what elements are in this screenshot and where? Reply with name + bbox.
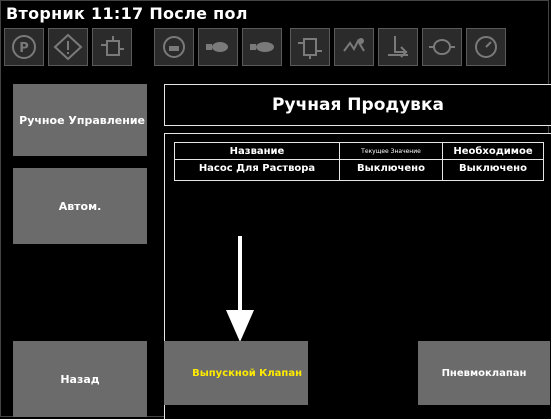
filter-icon[interactable]: [290, 28, 330, 66]
heater-icon[interactable]: [334, 28, 374, 66]
drain-valve-label: Выпускной Клапан: [192, 367, 302, 379]
dosing-icon[interactable]: [422, 28, 462, 66]
back-label: Назад: [60, 372, 100, 386]
park-icon[interactable]: P: [4, 28, 44, 66]
back-button[interactable]: Назад: [13, 341, 147, 417]
cooling-tower-icon[interactable]: [92, 28, 132, 66]
status-label: После пол: [149, 4, 248, 23]
time-label: 11:17: [91, 4, 144, 23]
day-label: Вторник: [6, 4, 86, 23]
manual-control-label: Ручное Управление: [19, 113, 145, 127]
auto-label: Автом.: [58, 199, 102, 213]
pump-icon[interactable]: [198, 28, 238, 66]
table-row: Насос Для Раствора Выключено Выключено: [174, 159, 544, 181]
row-required-value[interactable]: Выключено: [442, 159, 544, 181]
header-name: Название: [174, 142, 340, 160]
drain-valve-button[interactable]: Выпускной Клапан: [164, 341, 308, 405]
pneumatic-valve-button[interactable]: Пневмоклапан: [418, 341, 550, 405]
page-title: Ручная Продувка: [272, 95, 444, 115]
valve-icon[interactable]: [378, 28, 418, 66]
header-current-value: Текущее Значение: [339, 142, 443, 160]
tank-icon[interactable]: [154, 28, 194, 66]
pneumatic-valve-label: Пневмоклапан: [441, 367, 527, 379]
row-name: Насос Для Раствора: [174, 159, 340, 181]
table-header-row: Название Текущее Значение Необходимое: [174, 142, 544, 160]
svg-text:P: P: [19, 41, 29, 56]
status-header: Вторник 11:17 После пол: [6, 4, 248, 23]
row-current-value: Выключено: [339, 159, 443, 181]
down-arrow-icon: [226, 236, 254, 342]
page-title-panel: Ручная Продувка: [164, 84, 551, 126]
gauge-icon[interactable]: [466, 28, 506, 66]
parameters-table: Название Текущее Значение Необходимое На…: [174, 142, 544, 181]
pump-icon-2[interactable]: [242, 28, 282, 66]
warning-icon[interactable]: [48, 28, 88, 66]
header-required: Необходимое: [442, 142, 544, 160]
manual-control-button[interactable]: Ручное Управление: [13, 84, 147, 156]
auto-button[interactable]: Автом.: [13, 168, 147, 244]
